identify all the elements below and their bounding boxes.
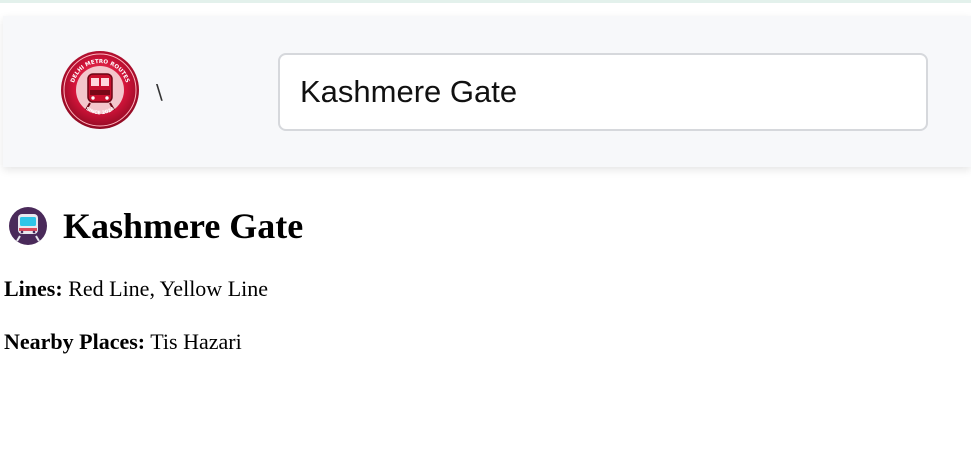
station-lines: Lines: Red Line, Yellow Line [4, 276, 268, 302]
top-divider [0, 0, 971, 3]
station-name: Kashmere Gate [63, 206, 304, 246]
header-separator: \ [156, 80, 163, 104]
lines-label: Lines: [4, 276, 63, 301]
nearby-label: Nearby Places: [4, 329, 146, 354]
station-search-input[interactable] [278, 53, 928, 131]
nearby-value: Tis Hazari [150, 329, 242, 354]
station-title-row: Kashmere Gate [4, 202, 964, 250]
header-bar: DELHI METRO ROUTES SINCE 2024 \ [3, 16, 971, 167]
station-details: Kashmere Gate Lines: Red Line, Yellow Li… [4, 202, 964, 354]
station-nearby-places: Nearby Places: Tis Hazari [4, 329, 242, 355]
lines-value: Red Line, Yellow Line [68, 276, 269, 301]
delhi-metro-routes-logo[interactable]: DELHI METRO ROUTES SINCE 2024 [60, 50, 140, 130]
metro-train-icon [9, 207, 47, 245]
